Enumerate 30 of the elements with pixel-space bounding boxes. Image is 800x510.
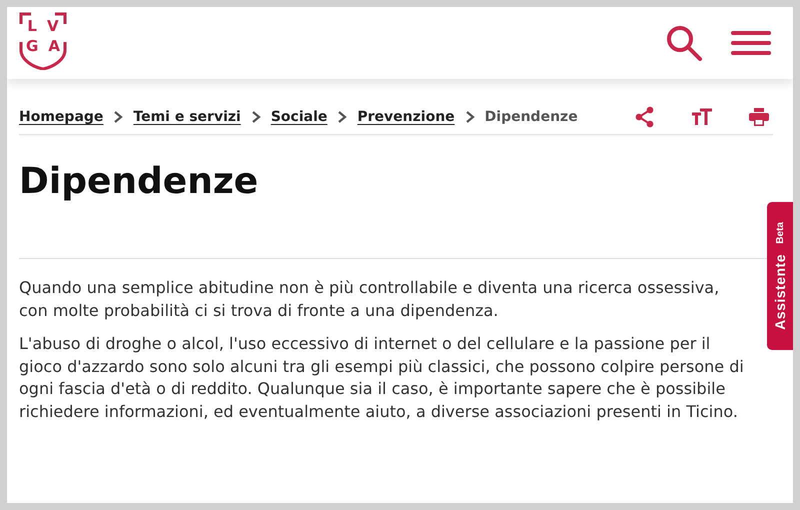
chevron-icon (337, 110, 348, 124)
menu-button[interactable] (731, 30, 771, 56)
logo-letter: L (27, 18, 37, 34)
search-button[interactable] (665, 24, 703, 62)
breadcrumb-link[interactable]: Temi e servizi (133, 109, 241, 125)
chevron-icon (113, 110, 124, 124)
logo-letter: V (46, 18, 59, 34)
print-icon (749, 108, 769, 126)
paragraph: Quando una semplice abitudine non è più controllabile e diventa una ricerca ossessiva, con molte probabilità ci si trova di fronte a una dipendenza. (19, 277, 720, 322)
share-button[interactable] (635, 106, 655, 128)
chevron-icon (464, 110, 475, 124)
print-button[interactable] (749, 108, 769, 126)
page-title: Dipendenze (19, 160, 260, 204)
breadcrumb-link[interactable]: Prevenzione (357, 109, 455, 125)
search-icon (665, 24, 703, 62)
breadcrumb-link[interactable]: Sociale (270, 109, 328, 125)
menu-icon (731, 30, 771, 56)
breadcrumb-current: Dipendenze (484, 109, 578, 125)
assistant-tab[interactable]: Assistente Beta (767, 202, 793, 350)
logo-letter: G (26, 38, 38, 54)
share-icon (635, 106, 655, 128)
logo-letter: A (48, 38, 60, 54)
chevron-icon (250, 110, 261, 124)
text-size-button[interactable] (691, 108, 713, 126)
paragraph: L'abuso di droghe o alcol, l'uso eccessivo di internet o del cellulare e la passione per il gioco d'azzardo sono solo alcuni tra gli esempi più classici, che possono colpire persone di ogni fascia d'età o di reddito. Qualunque sia il caso, è importante sapere che è possibile richiedere informazioni, ed eventualmente aiuto, a diverse associazioni presenti in Ticino. (19, 333, 745, 422)
shield-icon (19, 12, 67, 70)
text-size-icon (691, 108, 713, 126)
logo[interactable]: L V G A (19, 12, 67, 70)
beta-label: Beta (774, 222, 786, 244)
breadcrumb-link[interactable]: Homepage (19, 109, 104, 125)
